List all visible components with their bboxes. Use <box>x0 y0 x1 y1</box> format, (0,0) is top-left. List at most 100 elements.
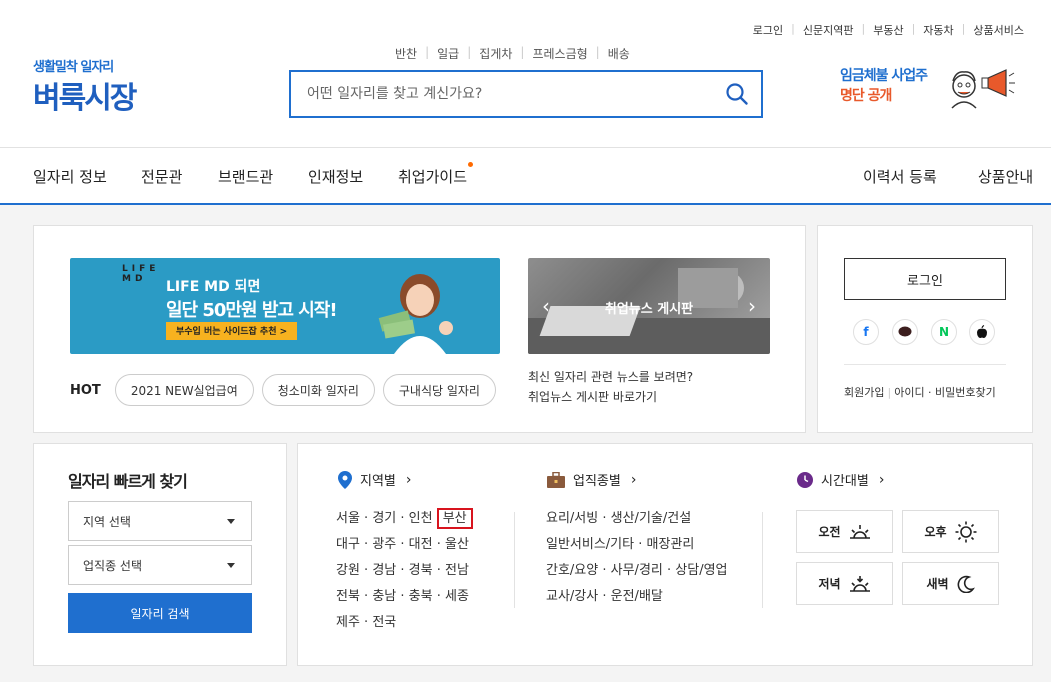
util-realestate-link[interactable]: 부동산 <box>873 22 903 38</box>
megaphone-person-icon <box>944 64 1016 110</box>
region-link[interactable]: 전국 <box>372 615 396 630</box>
find-account-link[interactable]: 아이디 · 비밀번호찾기 <box>894 386 996 399</box>
keyword-link[interactable]: 일급 <box>437 45 459 62</box>
caret-down-icon <box>227 563 235 568</box>
industry-link[interactable]: 사무/경리 <box>611 563 663 578</box>
region-link[interactable]: 서울 <box>336 511 360 526</box>
login-button[interactable]: 로그인 <box>844 258 1006 300</box>
search-icon[interactable] <box>725 82 749 106</box>
time-evening-label: 저녁 <box>818 577 841 591</box>
region-links: 서울 · 경기 · 인천 부산 대구 · 광주 · 대전 · 울산 강원 · 경… <box>336 506 473 636</box>
industry-link[interactable]: 운전/배달 <box>611 589 663 604</box>
quick-find-title: 일자리 빠르게 찾기 <box>68 472 188 491</box>
region-select-value: 지역 선택 <box>83 514 131 529</box>
util-newspaper-link[interactable]: 신문지역판 <box>803 22 854 38</box>
region-link[interactable]: 제주 <box>336 615 360 630</box>
region-link[interactable]: 경남 <box>372 563 396 578</box>
time-afternoon-label: 오후 <box>924 525 947 539</box>
lifemd-banner[interactable]: LIFE MD LIFE MD 되면 일단 50만원 받고 시작! 부수입 버는 … <box>70 258 500 354</box>
kakaotalk-icon[interactable] <box>892 319 918 345</box>
region-link[interactable]: 대구 <box>336 537 360 552</box>
time-morning-label: 오전 <box>818 525 841 539</box>
hot-keywords: HOT 2021 NEW실업급여 청소미화 일자리 구내식당 일자리 <box>70 374 496 406</box>
time-dawn-button[interactable]: 새벽 <box>902 562 999 605</box>
news-banner-caption: 취업뉴스 게시판 <box>604 302 694 317</box>
industry-link[interactable]: 생산/기술/건설 <box>611 511 692 526</box>
time-category-title[interactable]: 시간대별 › <box>797 470 884 489</box>
nav-specialty[interactable]: 전문관 <box>141 166 182 187</box>
clock-icon <box>797 471 813 488</box>
region-category-title[interactable]: 지역별 › <box>338 470 412 489</box>
wage-arrears-promo[interactable]: 임금체불 사업주 명단 공개 <box>840 66 928 106</box>
job-select[interactable]: 업직종 선택 <box>68 545 252 585</box>
region-link[interactable]: 세종 <box>445 589 469 604</box>
region-link[interactable]: 광주 <box>372 537 396 552</box>
keyword-link[interactable]: 반찬 <box>395 45 417 62</box>
chevron-right-icon: › <box>630 471 637 488</box>
keyword-link[interactable]: 배송 <box>608 45 630 62</box>
region-link[interactable]: 울산 <box>445 537 469 552</box>
region-link[interactable]: 전북 <box>336 589 360 604</box>
hot-tag[interactable]: 2021 NEW실업급여 <box>114 374 254 406</box>
news-board-link[interactable]: 최신 일자리 관련 뉴스를 보려면? 취업뉴스 게시판 바로가기 <box>528 367 693 407</box>
industry-title-label: 업직종별 <box>573 474 621 489</box>
nav-job-info[interactable]: 일자리 정보 <box>33 166 107 187</box>
region-link-busan-highlighted[interactable]: 부산 <box>436 508 473 529</box>
sunrise-icon <box>849 524 870 539</box>
industry-link[interactable]: 교사/강사 <box>546 589 598 604</box>
login-links: 회원가입 | 아이디 · 비밀번호찾기 <box>844 384 996 400</box>
industry-link[interactable]: 간호/요양 <box>546 563 598 578</box>
region-link[interactable]: 경북 <box>409 563 433 578</box>
main-nav: 일자리 정보 전문관 브랜드관 인재정보 취업가이드 이력서 등록 상품안내 <box>0 147 1051 205</box>
logo-title: 벼룩시장 <box>33 81 137 116</box>
promo-line1: 임금체불 사업주 <box>840 68 928 84</box>
industry-link[interactable]: 요리/서빙 <box>546 511 598 526</box>
region-link[interactable]: 전남 <box>445 563 469 578</box>
region-link[interactable]: 충북 <box>409 589 433 604</box>
industry-link[interactable]: 일반서비스/기타 <box>546 537 634 552</box>
nav-job-guide[interactable]: 취업가이드 <box>398 162 474 187</box>
region-link[interactable]: 대전 <box>409 537 433 552</box>
news-board-banner[interactable]: ‹ 취업뉴스 게시판 › <box>528 258 770 354</box>
next-arrow-icon[interactable]: › <box>748 294 756 318</box>
moon-icon <box>957 575 975 593</box>
time-dawn-label: 새벽 <box>926 577 949 591</box>
new-dot-icon <box>468 162 474 167</box>
hot-tag[interactable]: 청소미화 일자리 <box>261 374 375 406</box>
region-link[interactable]: 경기 <box>372 511 396 526</box>
industry-category-title[interactable]: 업직종별 › <box>547 470 636 489</box>
industry-link[interactable]: 상담/영업 <box>675 563 727 578</box>
util-nav: 로그인 | 신문지역판 | 부동산 | 자동차 | 상품서비스 <box>753 22 1024 38</box>
hot-tag[interactable]: 구내식당 일자리 <box>382 374 496 406</box>
region-select[interactable]: 지역 선택 <box>68 501 252 541</box>
keyword-link[interactable]: 프레스금형 <box>532 45 587 62</box>
time-morning-button[interactable]: 오전 <box>796 510 893 553</box>
util-login-link[interactable]: 로그인 <box>753 22 783 38</box>
news-desc-line1: 최신 일자리 관련 뉴스를 보려면? <box>528 370 694 384</box>
nav-products[interactable]: 상품안내 <box>978 166 1033 187</box>
chevron-right-icon: › <box>405 471 412 488</box>
divider: | <box>887 386 892 399</box>
nav-talent[interactable]: 인재정보 <box>308 166 363 187</box>
region-link[interactable]: 충남 <box>372 589 396 604</box>
keyword-link[interactable]: 집게차 <box>479 45 512 62</box>
divider: | <box>595 45 600 59</box>
signup-link[interactable]: 회원가입 <box>844 386 884 399</box>
time-evening-button[interactable]: 저녁 <box>796 562 893 605</box>
util-product-link[interactable]: 상품서비스 <box>973 22 1024 38</box>
region-link[interactable]: 강원 <box>336 563 360 578</box>
facebook-icon[interactable]: f <box>853 319 879 345</box>
nav-resume[interactable]: 이력서 등록 <box>863 166 937 187</box>
site-logo[interactable]: 생활밀착 일자리 벼룩시장 <box>33 56 137 117</box>
header: 로그인 | 신문지역판 | 부동산 | 자동차 | 상품서비스 생활밀착 일자리… <box>0 0 1051 147</box>
search-input[interactable] <box>291 72 711 116</box>
job-search-button[interactable]: 일자리 검색 <box>68 593 252 633</box>
naver-icon[interactable]: N <box>931 319 957 345</box>
region-link[interactable]: 인천 <box>409 511 433 526</box>
util-car-link[interactable]: 자동차 <box>923 22 953 38</box>
industry-link[interactable]: 매장관리 <box>647 537 695 552</box>
divider: | <box>861 22 866 35</box>
time-afternoon-button[interactable]: 오후 <box>902 510 999 553</box>
apple-icon[interactable] <box>969 319 995 345</box>
nav-brand[interactable]: 브랜드관 <box>218 166 273 187</box>
